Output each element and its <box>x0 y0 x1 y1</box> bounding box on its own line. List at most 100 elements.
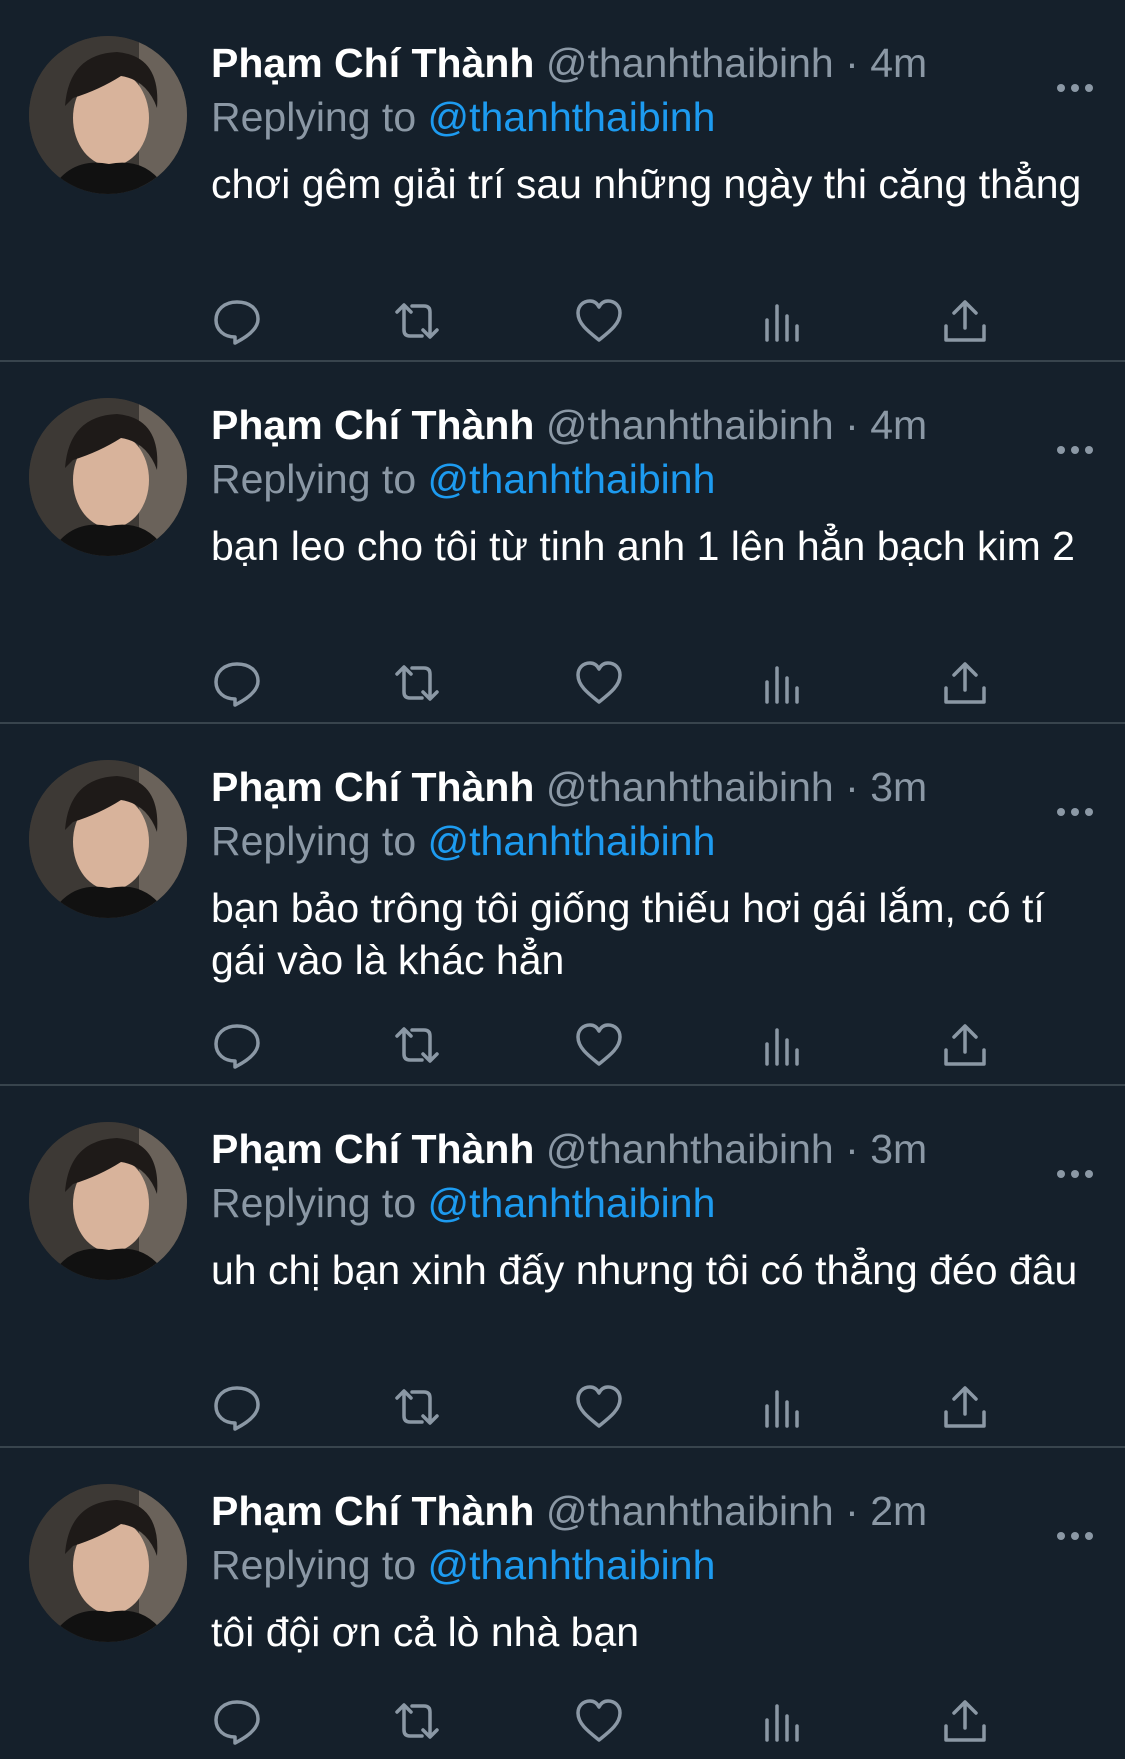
avatar[interactable] <box>29 1484 187 1642</box>
tweet[interactable]: Phạm Chí Thành @thanhthaibinh · 3m Reply… <box>0 724 1125 1086</box>
share-upload-icon[interactable] <box>939 658 991 708</box>
retweet-icon[interactable] <box>391 658 443 708</box>
tweet-header: Phạm Chí Thành @thanhthaibinh · 3m <box>211 758 1095 816</box>
display-name[interactable]: Phạm Chí Thành <box>211 402 534 448</box>
retweet-icon[interactable] <box>391 1696 443 1746</box>
tweet-text: bạn bảo trông tôi giống thiếu hơi gái lắ… <box>211 885 1045 983</box>
more-horizontal-icon[interactable] <box>1055 1502 1095 1540</box>
tweet-text: bạn leo cho tôi từ tinh anh 1 lên hẳn bạ… <box>211 523 1075 569</box>
tweet-content: Phạm Chí Thành @thanhthaibinh · 4m Reply… <box>211 396 1095 572</box>
replying-to-handle[interactable]: @thanhthaibinh <box>428 94 716 140</box>
replying-to-handle[interactable]: @thanhthaibinh <box>428 456 716 502</box>
tweet-text: chơi gêm giải trí sau những ngày thi căn… <box>211 161 1082 207</box>
avatar[interactable] <box>29 1122 187 1280</box>
replying-to-label: Replying to <box>211 456 417 502</box>
more-horizontal-icon[interactable] <box>1055 1140 1095 1178</box>
heart-icon[interactable] <box>573 1696 625 1746</box>
separator-dot: · <box>845 1126 859 1172</box>
replying-to: Replying to @thanhthaibinh <box>211 816 1095 866</box>
more-horizontal-icon[interactable] <box>1055 54 1095 92</box>
tweet-actions <box>211 1020 1001 1070</box>
tweet-content: Phạm Chí Thành @thanhthaibinh · 2m Reply… <box>211 1482 1095 1658</box>
retweet-icon[interactable] <box>391 1382 443 1432</box>
tweet[interactable]: Phạm Chí Thành @thanhthaibinh · 4m Reply… <box>0 0 1125 362</box>
tweet-actions <box>211 296 1001 346</box>
avatar-image <box>29 1122 187 1280</box>
tweet[interactable]: Phạm Chí Thành @thanhthaibinh · 3m Reply… <box>0 1086 1125 1448</box>
replying-to-label: Replying to <box>211 818 417 864</box>
replying-to-label: Replying to <box>211 94 417 140</box>
avatar[interactable] <box>29 36 187 194</box>
tweet-actions <box>211 1696 1001 1746</box>
timeline: Phạm Chí Thành @thanhthaibinh · 4m Reply… <box>0 0 1125 1759</box>
tweet-content: Phạm Chí Thành @thanhthaibinh · 3m Reply… <box>211 1120 1095 1296</box>
separator-dot: · <box>845 1488 859 1534</box>
replying-to-handle[interactable]: @thanhthaibinh <box>428 818 716 864</box>
tweet-content: Phạm Chí Thành @thanhthaibinh · 4m Reply… <box>211 34 1095 210</box>
heart-icon[interactable] <box>573 1382 625 1432</box>
heart-icon[interactable] <box>573 1020 625 1070</box>
display-name[interactable]: Phạm Chí Thành <box>211 1126 534 1172</box>
tweet-actions <box>211 1382 1001 1432</box>
timestamp[interactable]: 2m <box>870 1488 927 1534</box>
bar-chart-icon[interactable] <box>757 1020 809 1070</box>
share-upload-icon[interactable] <box>939 296 991 346</box>
user-handle[interactable]: @thanhthaibinh <box>546 402 834 448</box>
bar-chart-icon[interactable] <box>757 1382 809 1432</box>
share-upload-icon[interactable] <box>939 1696 991 1746</box>
share-upload-icon[interactable] <box>939 1020 991 1070</box>
reply-bubble-icon[interactable] <box>211 1382 263 1432</box>
avatar[interactable] <box>29 398 187 556</box>
separator-dot: · <box>845 40 859 86</box>
bar-chart-icon[interactable] <box>757 296 809 346</box>
tweet-content: Phạm Chí Thành @thanhthaibinh · 3m Reply… <box>211 758 1095 986</box>
tweet-header: Phạm Chí Thành @thanhthaibinh · 3m <box>211 1120 1095 1178</box>
tweet[interactable]: Phạm Chí Thành @thanhthaibinh · 4m Reply… <box>0 362 1125 724</box>
replying-to: Replying to @thanhthaibinh <box>211 1178 1095 1228</box>
timestamp[interactable]: 4m <box>870 40 927 86</box>
bar-chart-icon[interactable] <box>757 658 809 708</box>
reply-bubble-icon[interactable] <box>211 1696 263 1746</box>
heart-icon[interactable] <box>573 658 625 708</box>
display-name[interactable]: Phạm Chí Thành <box>211 1488 534 1534</box>
user-handle[interactable]: @thanhthaibinh <box>546 1488 834 1534</box>
reply-bubble-icon[interactable] <box>211 658 263 708</box>
tweet-text: uh chị bạn xinh đấy nhưng tôi có thẳng đ… <box>211 1247 1078 1293</box>
tweet-actions <box>211 658 1001 708</box>
timestamp[interactable]: 3m <box>870 764 927 810</box>
replying-to-handle[interactable]: @thanhthaibinh <box>428 1180 716 1226</box>
display-name[interactable]: Phạm Chí Thành <box>211 764 534 810</box>
separator-dot: · <box>845 764 859 810</box>
avatar-image <box>29 36 187 194</box>
tweet-header: Phạm Chí Thành @thanhthaibinh · 2m <box>211 1482 1095 1540</box>
replying-to-label: Replying to <box>211 1542 417 1588</box>
replying-to-label: Replying to <box>211 1180 417 1226</box>
more-horizontal-icon[interactable] <box>1055 778 1095 816</box>
user-handle[interactable]: @thanhthaibinh <box>546 40 834 86</box>
more-horizontal-icon[interactable] <box>1055 416 1095 454</box>
avatar-image <box>29 398 187 556</box>
avatar[interactable] <box>29 760 187 918</box>
replying-to: Replying to @thanhthaibinh <box>211 1540 1095 1590</box>
user-handle[interactable]: @thanhthaibinh <box>546 1126 834 1172</box>
separator-dot: · <box>845 402 859 448</box>
share-upload-icon[interactable] <box>939 1382 991 1432</box>
heart-icon[interactable] <box>573 296 625 346</box>
timestamp[interactable]: 3m <box>870 1126 927 1172</box>
replying-to: Replying to @thanhthaibinh <box>211 92 1095 142</box>
bar-chart-icon[interactable] <box>757 1696 809 1746</box>
replying-to: Replying to @thanhthaibinh <box>211 454 1095 504</box>
reply-bubble-icon[interactable] <box>211 296 263 346</box>
avatar-image <box>29 1484 187 1642</box>
tweet[interactable]: Phạm Chí Thành @thanhthaibinh · 2m Reply… <box>0 1448 1125 1757</box>
display-name[interactable]: Phạm Chí Thành <box>211 40 534 86</box>
user-handle[interactable]: @thanhthaibinh <box>546 764 834 810</box>
replying-to-handle[interactable]: @thanhthaibinh <box>428 1542 716 1588</box>
tweet-header: Phạm Chí Thành @thanhthaibinh · 4m <box>211 396 1095 454</box>
tweet-text: tôi đội ơn cả lò nhà bạn <box>211 1609 640 1655</box>
retweet-icon[interactable] <box>391 296 443 346</box>
retweet-icon[interactable] <box>391 1020 443 1070</box>
reply-bubble-icon[interactable] <box>211 1020 263 1070</box>
tweet-header: Phạm Chí Thành @thanhthaibinh · 4m <box>211 34 1095 92</box>
timestamp[interactable]: 4m <box>870 402 927 448</box>
